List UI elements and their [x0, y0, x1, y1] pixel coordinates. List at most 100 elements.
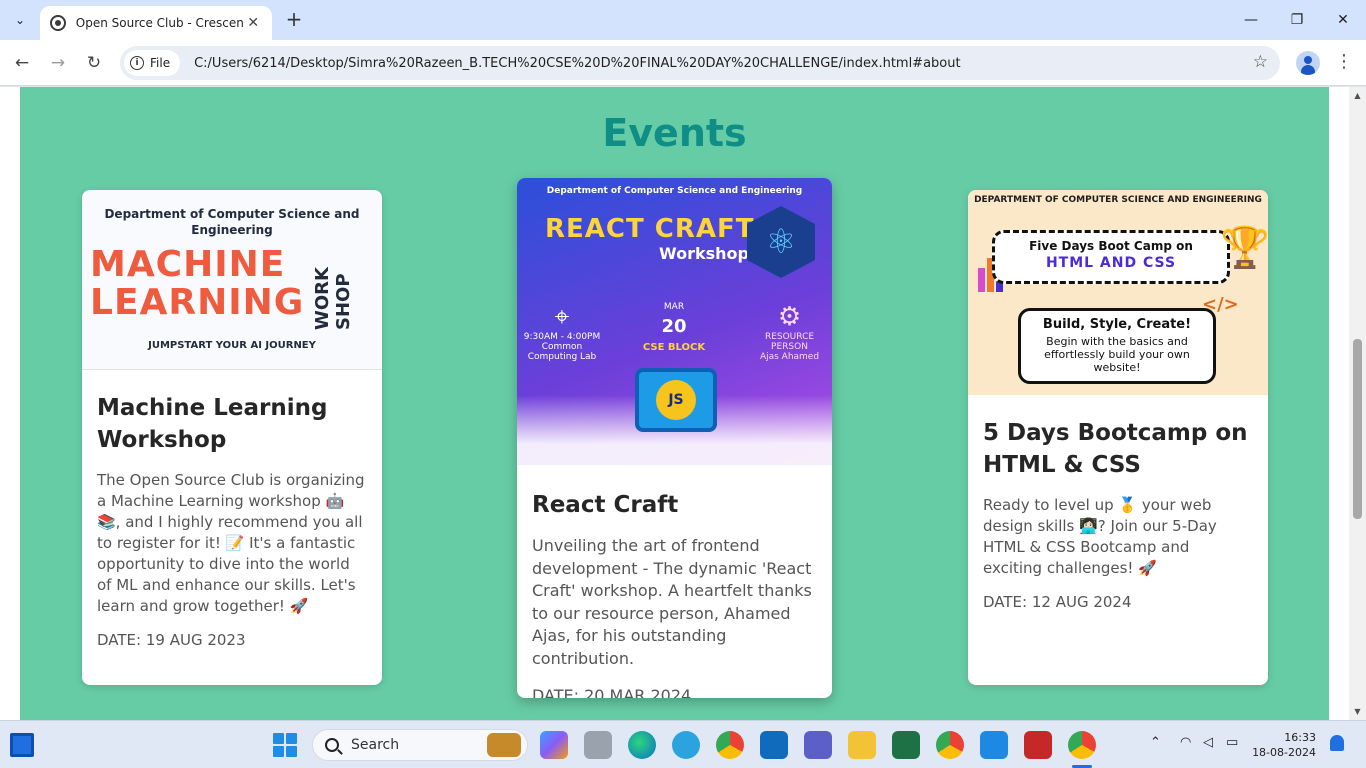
- chrome-app-icon[interactable]: [716, 731, 744, 759]
- teams-app-icon[interactable]: [804, 731, 832, 759]
- search-highlight-icon: [487, 733, 521, 757]
- volume-icon[interactable]: ◁: [1203, 735, 1213, 750]
- scroll-down-arrow-icon[interactable]: ▼: [1349, 703, 1366, 720]
- react-poster-time-block: ⌖ 9:30AM - 4:00PM Common Computing Lab: [517, 302, 607, 362]
- react-poster-rp-name: Ajas Ahamed: [759, 352, 820, 362]
- react-poster-title: REACT CRAFT: [545, 214, 755, 244]
- card-date: DATE: 19 AUG 2023: [97, 631, 246, 649]
- clock-date: 18-08-2024: [1252, 746, 1316, 759]
- clock-time: 16:33: [1284, 731, 1316, 744]
- info-icon: i: [130, 56, 144, 70]
- trophy-icon: 🏆: [1220, 225, 1268, 271]
- bootcamp-poster-box2-line2: Begin with the basics and effortlessly b…: [1044, 335, 1190, 374]
- outlook-app-icon[interactable]: [760, 731, 788, 759]
- tray-chevron-up-icon[interactable]: ⌃: [1150, 735, 1161, 750]
- card-description: The Open Source Club is organizing a Mac…: [97, 471, 365, 615]
- back-arrow-icon[interactable]: ←: [9, 50, 35, 76]
- profile-avatar-icon[interactable]: [1296, 51, 1320, 75]
- react-poster-venue: Common Computing Lab: [527, 342, 597, 362]
- widgets-icon[interactable]: [10, 733, 34, 757]
- events-section: Events Department of Computer Science an…: [20, 87, 1329, 720]
- react-poster-date-block: MAR 20 CSE BLOCK: [629, 302, 719, 353]
- bootcamp-poster-image: DEPARTMENT OF COMPUTER SCIENCE AND ENGIN…: [968, 190, 1268, 395]
- ml-poster-side: WORK SHOP: [312, 267, 354, 330]
- react-poster-day: 20: [661, 316, 687, 337]
- taskbar-clock[interactable]: 16:33 18-08-2024: [1252, 730, 1316, 760]
- notification-bell-icon[interactable]: [1330, 735, 1344, 751]
- card-description: Unveiling the art of frontend developmen…: [532, 536, 812, 668]
- ml-poster-tagline: JUMPSTART YOUR AI JOURNEY: [148, 340, 316, 351]
- events-heading: Events: [602, 111, 747, 155]
- bootcamp-poster-box1-line1: Five Days Boot Camp on: [1029, 239, 1193, 253]
- edge-app-icon[interactable]: [628, 731, 656, 759]
- file-explorer-icon[interactable]: [848, 731, 876, 759]
- bootcamp-poster-box2-line1: Build, Style, Create!: [1042, 317, 1192, 332]
- scroll-up-arrow-icon[interactable]: ▲: [1349, 87, 1366, 104]
- ml-poster-title: MACHINE LEARNING: [90, 246, 304, 322]
- card-date: DATE: 20 MAR 2024: [532, 686, 692, 698]
- new-tab-plus-icon[interactable]: +: [282, 8, 306, 32]
- task-view-icon[interactable]: [584, 731, 612, 759]
- taskbar-search-box[interactable]: Search: [312, 729, 528, 761]
- react-poster-month: MAR: [663, 302, 685, 312]
- site-favicon-icon: [50, 15, 66, 31]
- reload-icon[interactable]: ↻: [81, 50, 107, 76]
- event-card-react[interactable]: Department of Computer Science and Engin…: [517, 178, 832, 698]
- vscode-app-icon[interactable]: [980, 731, 1008, 759]
- bootcamp-poster-dept: DEPARTMENT OF COMPUTER SCIENCE AND ENGIN…: [974, 195, 1262, 205]
- windows-taskbar: Search ⌃ ◠ ◁ ▭ 16:33 18-08-2024: [0, 720, 1366, 768]
- ml-poster-image: Department of Computer Science and Engin…: [82, 190, 382, 370]
- telegram-app-icon[interactable]: [672, 731, 700, 759]
- vertical-scrollbar[interactable]: ▲ ▼: [1349, 87, 1366, 720]
- start-windows-icon[interactable]: [273, 733, 297, 757]
- minimize-icon[interactable]: —: [1228, 0, 1274, 40]
- tab-close-icon[interactable]: ✕: [244, 15, 262, 31]
- url-text[interactable]: C:/Users/6214/Desktop/Simra%20Razeen_B.T…: [194, 56, 961, 71]
- bootcamp-poster-box1-line2: HTML AND CSS: [1045, 255, 1177, 271]
- react-poster-image: Department of Computer Science and Engin…: [517, 178, 832, 465]
- chrome-active-app-icon[interactable]: [1068, 731, 1096, 759]
- tab-title: Open Source Club - Crescent C: [75, 16, 245, 30]
- more-menu-icon[interactable]: ⋮: [1334, 52, 1354, 74]
- tab-strip: ⌄ Open Source Club - Crescent C ✕ + — ❐ …: [0, 0, 1366, 40]
- monitor-illustration-icon: JS: [635, 368, 717, 432]
- bootcamp-poster-box2: Build, Style, Create! Begin with the bas…: [1018, 308, 1216, 384]
- react-poster-block: CSE BLOCK: [642, 342, 706, 353]
- scroll-thumb[interactable]: [1353, 339, 1362, 519]
- event-card-ml[interactable]: Department of Computer Science and Engin…: [82, 190, 382, 685]
- paint-app-icon[interactable]: [1024, 731, 1052, 759]
- restore-icon[interactable]: ❐: [1274, 0, 1320, 40]
- excel-app-icon[interactable]: [892, 731, 920, 759]
- ml-poster-dept: Department of Computer Science and Engin…: [104, 207, 360, 237]
- window-close-icon[interactable]: ✕: [1320, 0, 1366, 40]
- react-poster-subtitle: Workshop: [659, 244, 749, 263]
- react-poster-rp-label: RESOURCE PERSON: [764, 332, 815, 352]
- battery-icon[interactable]: ▭: [1226, 735, 1238, 750]
- address-bar[interactable]: i File C:/Users/6214/Desktop/Simra%20Raz…: [120, 46, 1280, 80]
- react-poster-dept: Department of Computer Science and Engin…: [546, 186, 803, 196]
- browser-tab[interactable]: Open Source Club - Crescent C ✕: [40, 6, 272, 40]
- location-pin-icon: ⌖: [554, 302, 570, 332]
- site-info-label: File: [150, 56, 171, 70]
- card-title: 5 Days Bootcamp on HTML & CSS: [983, 420, 1248, 478]
- card-date: DATE: 12 AUG 2024: [983, 593, 1132, 611]
- wifi-icon[interactable]: ◠: [1180, 735, 1191, 750]
- js-badge: JS: [656, 380, 696, 420]
- chrome-profile-app-icon[interactable]: [936, 731, 964, 759]
- react-poster-rp-block: ⚙ RESOURCE PERSON Ajas Ahamed: [747, 302, 832, 362]
- event-card-bootcamp[interactable]: DEPARTMENT OF COMPUTER SCIENCE AND ENGIN…: [968, 190, 1268, 685]
- tab-search-chevron-icon[interactable]: ⌄: [8, 8, 32, 32]
- page-viewport: Events Department of Computer Science an…: [0, 87, 1366, 720]
- react-poster-time: 9:30AM - 4:00PM: [523, 332, 601, 342]
- site-info-chip[interactable]: i File: [124, 50, 181, 76]
- copilot-app-icon[interactable]: [540, 731, 568, 759]
- card-title: Machine Learning Workshop: [97, 395, 328, 453]
- bookmark-star-icon[interactable]: ☆: [1253, 52, 1268, 72]
- forward-arrow-icon[interactable]: →: [45, 50, 71, 76]
- taskbar-search-label: Search: [351, 737, 400, 753]
- ml-poster-line1: MACHINE: [90, 244, 286, 285]
- card-description: Ready to level up 🥇 your web design skil…: [983, 496, 1217, 577]
- card-title: React Craft: [532, 492, 679, 518]
- search-icon: [325, 738, 339, 752]
- bootcamp-poster-box1: Five Days Boot Camp on HTML AND CSS: [992, 230, 1230, 284]
